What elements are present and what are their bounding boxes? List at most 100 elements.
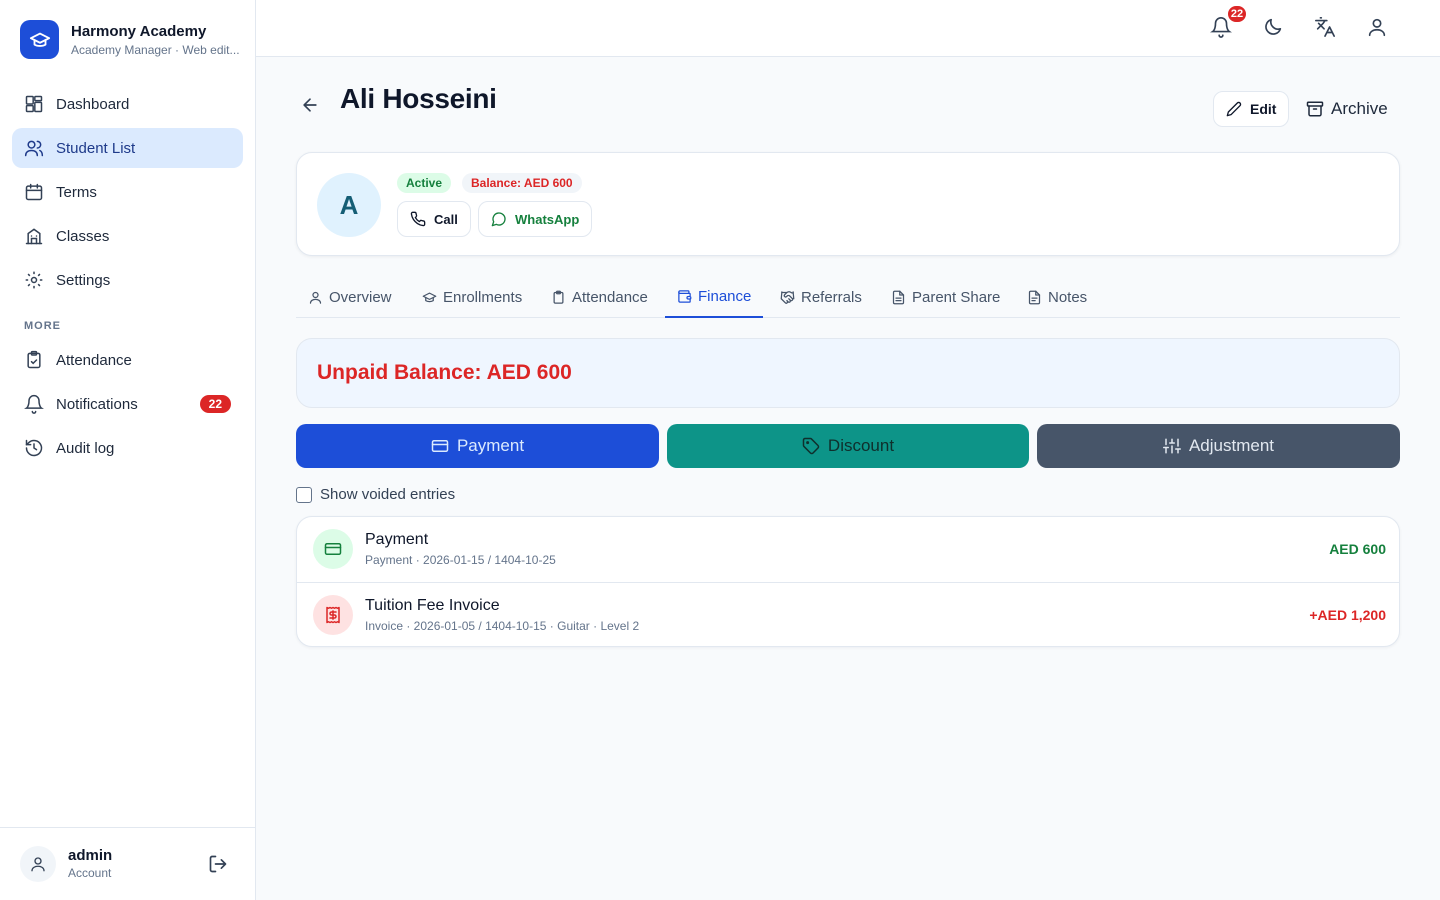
notifications-count-badge: 22 — [199, 395, 231, 413]
whatsapp-chat-icon — [491, 211, 507, 227]
student-tabs: Overview Enrollments Attendance Finance … — [296, 276, 1400, 318]
sidebar-item-attendance[interactable]: Attendance — [12, 340, 243, 380]
sidebar-item-label: Classes — [56, 227, 110, 245]
ledger-row-subtitle: Payment · 2026-01-15 / 1404-10-25 — [365, 553, 556, 567]
clipboard-icon — [24, 350, 44, 370]
ledger-row[interactable]: Tuition Fee Invoice Invoice · 2026-01-05… — [297, 582, 1399, 646]
whatsapp-button[interactable]: WhatsApp — [478, 201, 593, 237]
credit-card-icon — [431, 437, 449, 455]
wallet-icon — [677, 289, 692, 304]
sidebar-item-settings[interactable]: Settings — [12, 260, 243, 300]
tab-label: Parent Share — [912, 288, 1001, 306]
app-name: Harmony Academy — [71, 22, 207, 40]
sidebar-item-label: Dashboard — [56, 95, 130, 113]
phone-icon — [410, 211, 426, 227]
sidebar-item-notifications[interactable]: Notifications 22 — [12, 384, 243, 424]
tab-label: Enrollments — [443, 288, 523, 306]
tab-parent-share[interactable]: Parent Share — [879, 276, 1012, 318]
gear-icon — [24, 270, 44, 290]
student-avatar: A — [317, 173, 381, 237]
sidebar-section-more: MORE — [24, 320, 61, 332]
users-icon — [24, 138, 44, 158]
call-button[interactable]: Call — [397, 201, 471, 237]
document-icon — [891, 290, 906, 305]
sidebar-item-label: Student List — [56, 139, 136, 157]
clipboard-icon — [551, 290, 566, 305]
pencil-icon — [1226, 101, 1242, 117]
history-icon — [24, 438, 44, 458]
ledger-row-amount: +AED 1,200 — [1309, 607, 1386, 623]
tab-enrollments[interactable]: Enrollments — [410, 276, 534, 318]
sidebar-item-label: Settings — [56, 271, 111, 289]
brand[interactable]: Harmony Academy Academy Manager · Web ed… — [20, 20, 241, 59]
call-label: Call — [434, 211, 458, 227]
user-name: admin — [68, 847, 113, 864]
edit-button[interactable]: Edit — [1213, 91, 1290, 127]
page-header: Ali Hosseini Edit Archive — [296, 81, 1400, 137]
show-voided-checkbox[interactable] — [296, 486, 312, 503]
graduation-cap-logo-icon — [20, 20, 59, 59]
handshake-icon — [780, 290, 795, 305]
language-translate-icon[interactable] — [1314, 16, 1338, 40]
tab-attendance[interactable]: Attendance — [539, 276, 660, 318]
sidebar-item-dashboard[interactable]: Dashboard — [12, 84, 243, 124]
sidebar-item-label: Terms — [56, 183, 97, 201]
tab-overview[interactable]: Overview — [296, 276, 404, 318]
sidebar-nav: Dashboard Student List Terms Classes Set… — [12, 84, 243, 472]
tab-referrals[interactable]: Referrals — [768, 276, 874, 318]
tab-label: Notes — [1048, 288, 1088, 306]
user-icon — [308, 290, 323, 305]
show-voided-toggle[interactable]: Show voided entries — [296, 486, 455, 503]
ledger-row-amount: AED 600 — [1329, 541, 1386, 557]
notifications-badge: 22 — [1226, 4, 1248, 24]
payment-button[interactable]: Payment — [296, 424, 659, 468]
tag-icon — [802, 437, 820, 455]
balance-badge: Balance: AED 600 — [462, 173, 582, 193]
dark-mode-moon-icon[interactable] — [1262, 16, 1286, 40]
unpaid-balance-text: Unpaid Balance: AED 600 — [317, 361, 572, 384]
topbar: 22 — [256, 0, 1440, 57]
app-subtitle: Academy Manager · Web edit... — [71, 42, 240, 57]
sidebar-item-terms[interactable]: Terms — [12, 172, 243, 212]
payment-label: Payment — [456, 436, 525, 455]
sidebar-item-student-list[interactable]: Student List — [12, 128, 243, 168]
tab-label: Referrals — [801, 288, 862, 306]
discount-button[interactable]: Discount — [667, 424, 1029, 468]
building-icon — [24, 226, 44, 246]
show-voided-label: Show voided entries — [320, 486, 456, 503]
tab-notes[interactable]: Notes — [1015, 276, 1099, 318]
credit-card-icon — [313, 529, 353, 569]
logout-icon[interactable] — [208, 854, 228, 874]
page-title: Ali Hosseini — [340, 83, 497, 114]
invoice-icon — [313, 595, 353, 635]
edit-label: Edit — [1250, 101, 1277, 117]
ledger-row-title: Payment — [365, 531, 429, 548]
tab-label: Overview — [329, 288, 392, 306]
calendar-icon — [24, 182, 44, 202]
sidebar-item-audit-log[interactable]: Audit log — [12, 428, 243, 468]
adjustment-button[interactable]: Adjustment — [1037, 424, 1400, 468]
user-account: admin Account — [0, 827, 256, 900]
archive-icon — [1306, 100, 1324, 118]
graduation-cap-icon — [422, 290, 437, 305]
tab-finance[interactable]: Finance — [665, 276, 764, 318]
sidebar-item-label: Attendance — [56, 351, 132, 369]
sidebar-item-label: Audit log — [56, 439, 115, 457]
avatar[interactable] — [20, 846, 56, 882]
unpaid-balance-card: Unpaid Balance: AED 600 — [296, 338, 1400, 408]
archive-button[interactable]: Archive — [1306, 91, 1388, 127]
student-profile-card: A Active Balance: AED 600 Call WhatsApp — [296, 152, 1400, 256]
profile-user-icon[interactable] — [1366, 16, 1390, 40]
ledger-list: Payment Payment · 2026-01-15 / 1404-10-2… — [296, 516, 1400, 647]
ledger-row[interactable]: Payment Payment · 2026-01-15 / 1404-10-2… — [297, 517, 1399, 582]
bell-icon — [24, 394, 44, 414]
whatsapp-label: WhatsApp — [515, 211, 580, 227]
sidebar-item-label: Notifications — [56, 395, 138, 413]
tab-label: Finance — [698, 287, 752, 305]
back-arrow-icon[interactable] — [300, 95, 320, 115]
sidebar-item-classes[interactable]: Classes — [12, 216, 243, 256]
status-badge: Active — [397, 173, 452, 193]
sidebar: Harmony Academy Academy Manager · Web ed… — [0, 0, 256, 900]
user-icon — [31, 857, 45, 872]
user-role: Account — [68, 866, 112, 880]
